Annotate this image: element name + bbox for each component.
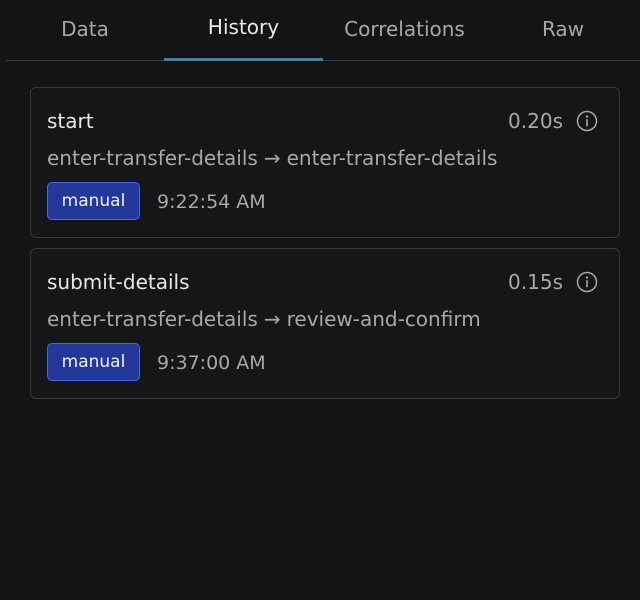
arrow-right-icon: → <box>263 307 281 331</box>
tab-history[interactable]: History <box>164 0 323 61</box>
info-icon[interactable] <box>576 271 598 293</box>
tab-data[interactable]: Data <box>6 0 164 60</box>
tab-bar: Data History Correlations Raw <box>6 0 640 61</box>
event-duration: 0.20s <box>508 109 563 133</box>
state-transition: enter-transfer-details → review-and-confir… <box>47 306 481 332</box>
from-state: enter-transfer-details <box>47 307 258 331</box>
event-timestamp: 9:37:00 AM <box>157 352 266 374</box>
trigger-badge: manual <box>47 343 140 381</box>
state-transition: enter-transfer-details → enter-transfer-de… <box>47 145 497 171</box>
event-duration: 0.15s <box>508 270 563 294</box>
to-state: review-and-confirm <box>286 307 481 331</box>
event-name: submit-details <box>47 270 190 294</box>
trigger-badge: manual <box>47 182 140 220</box>
tab-correlations[interactable]: Correlations <box>323 0 486 60</box>
event-timestamp: 9:22:54 AM <box>157 191 266 213</box>
to-state: enter-transfer-details <box>286 146 498 170</box>
from-state: enter-transfer-details <box>47 146 258 170</box>
history-entry: submit-details 0.15s enter-transfer-deta… <box>30 248 620 399</box>
event-name: start <box>47 109 94 133</box>
tab-raw[interactable]: Raw <box>486 0 640 60</box>
arrow-right-icon: → <box>263 146 281 170</box>
info-icon[interactable] <box>576 110 598 132</box>
app-panel: Data History Correlations Raw start 0.20… <box>0 0 640 600</box>
history-entry: start 0.20s enter-transfer-details → enter… <box>30 87 620 238</box>
